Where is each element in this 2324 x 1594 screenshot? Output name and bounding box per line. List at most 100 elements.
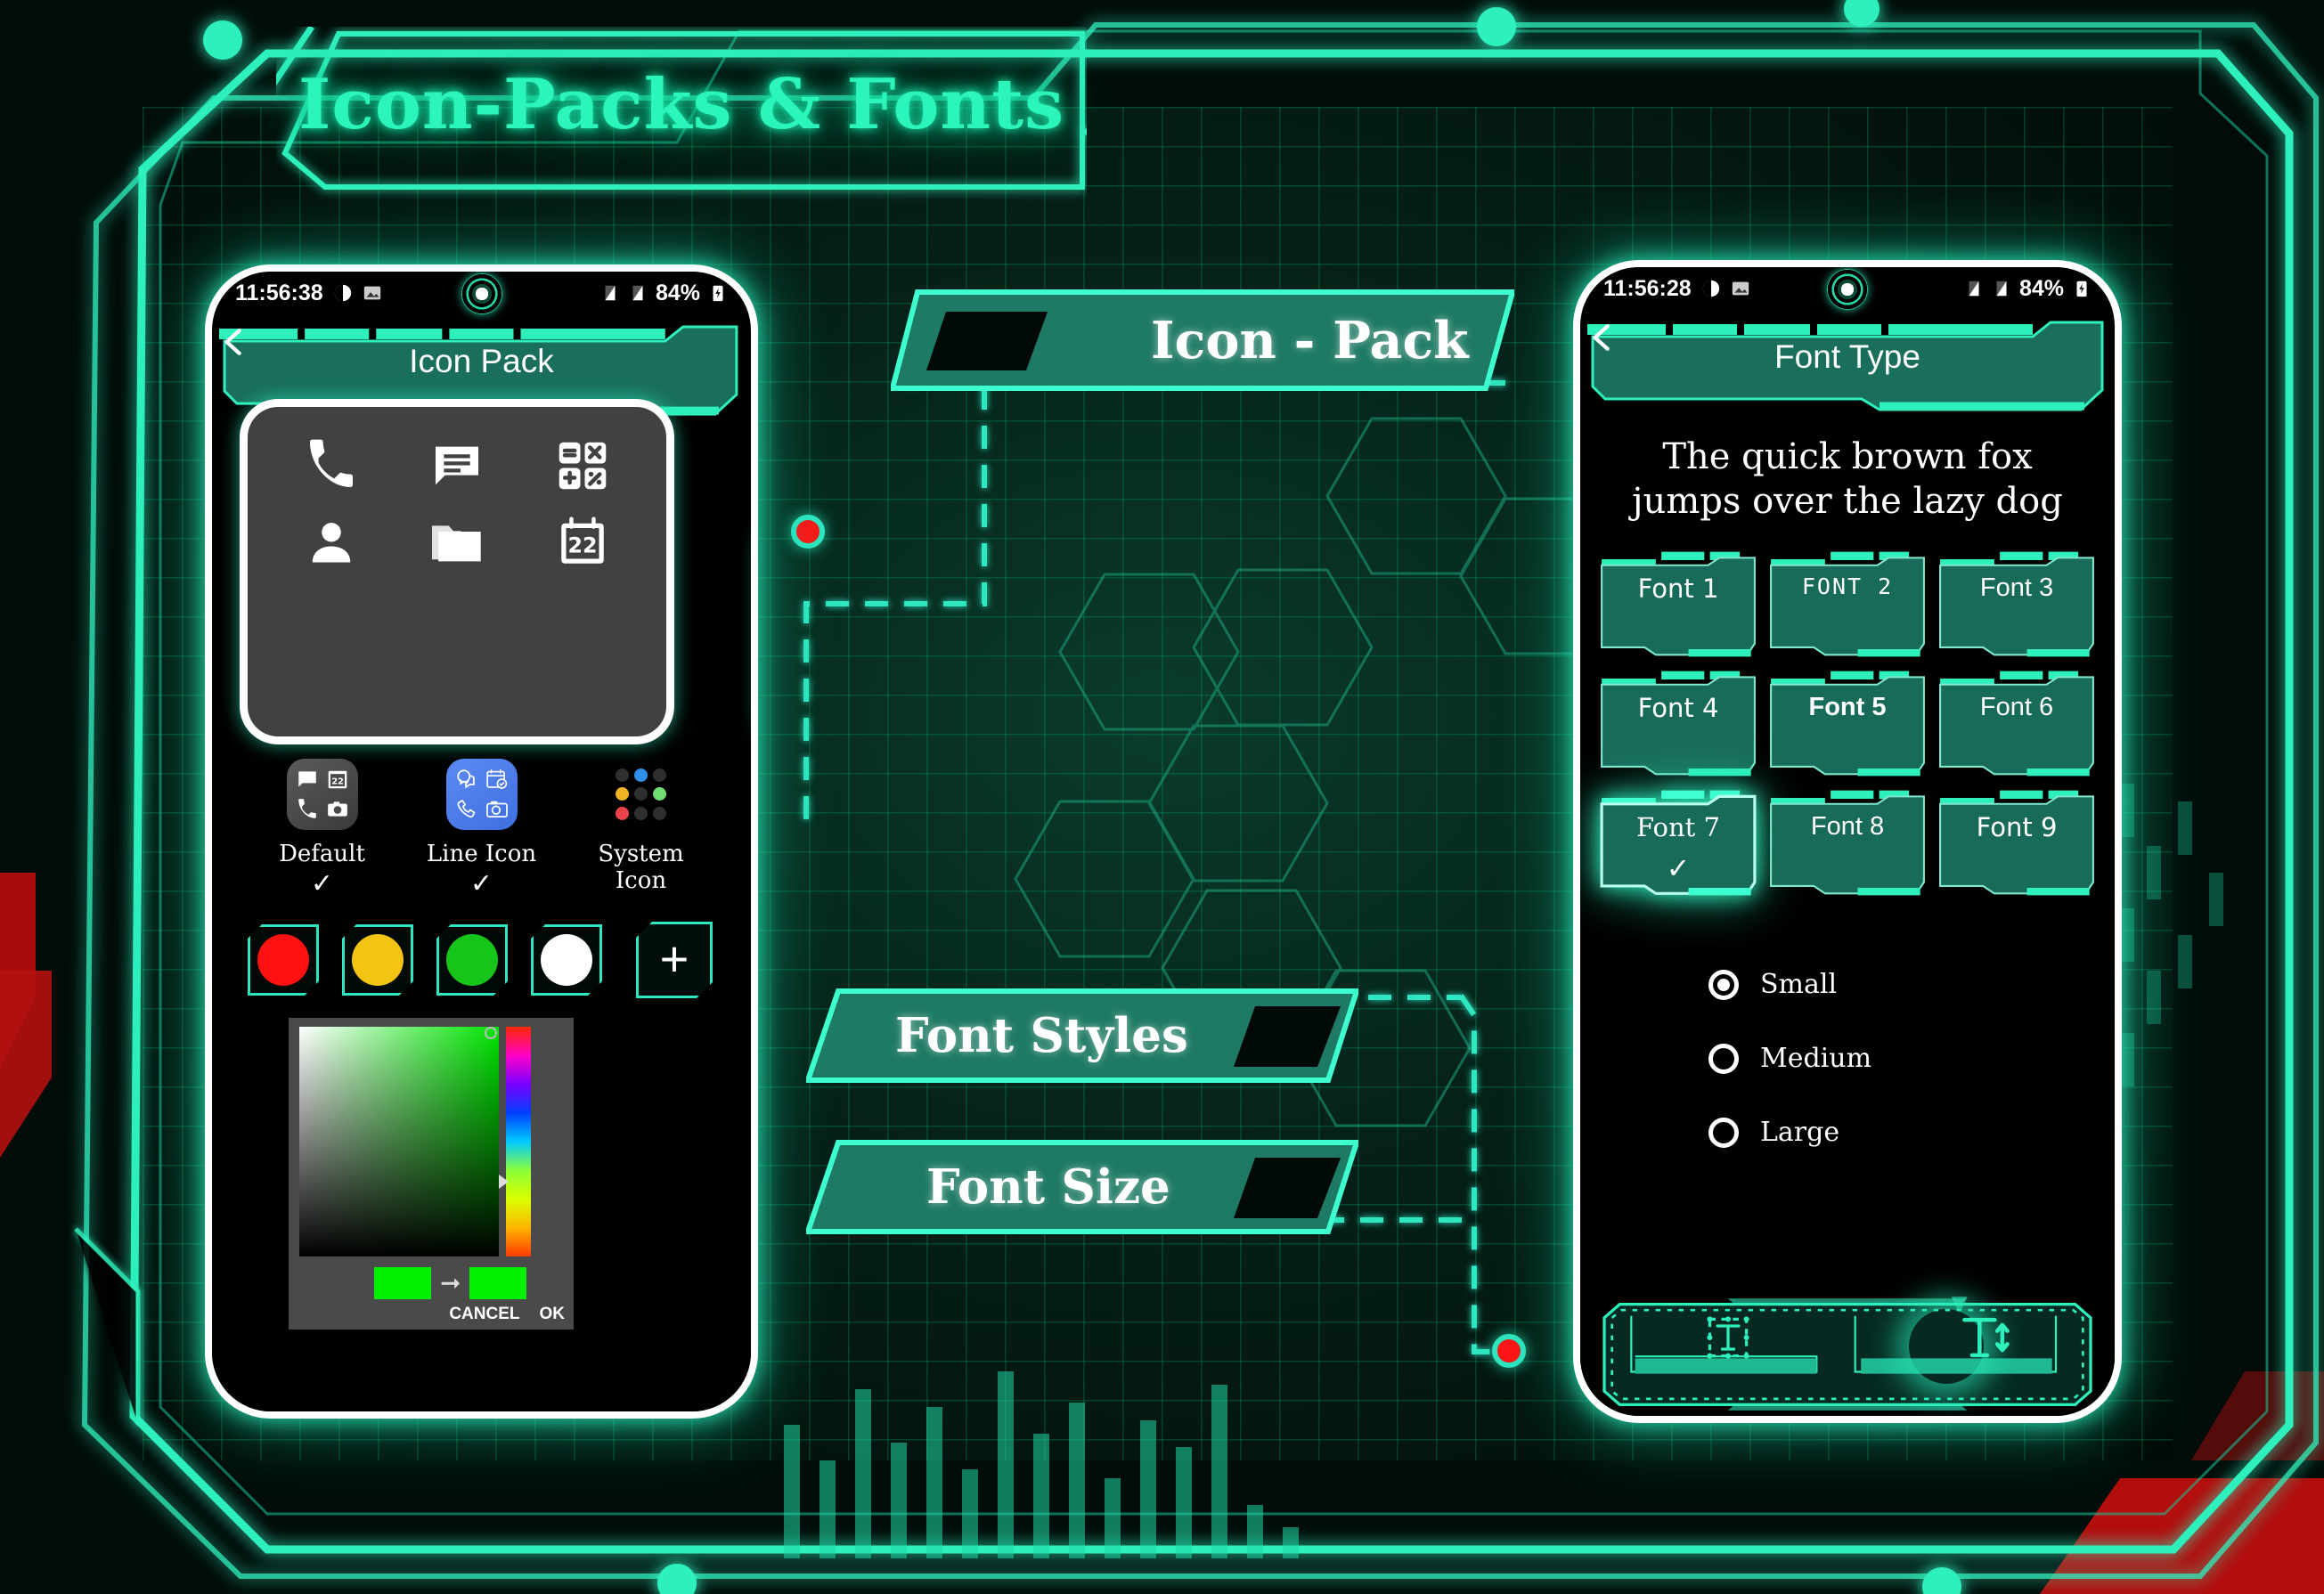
pack-label: Line Icon bbox=[426, 841, 537, 867]
text-style-icon bbox=[1707, 1316, 1749, 1359]
grid-dot bbox=[653, 787, 667, 801]
callout-font-styles: Font Styles bbox=[806, 987, 1358, 1085]
grid-dot bbox=[653, 806, 667, 820]
pack-thumb-default: 22 bbox=[286, 759, 358, 830]
swatch-white[interactable] bbox=[531, 924, 602, 996]
calendar-22-icon: 22 bbox=[328, 770, 347, 789]
hue-knob[interactable] bbox=[499, 1175, 509, 1189]
phone-icon bbox=[456, 800, 476, 818]
color-preview: ➞ bbox=[374, 1267, 527, 1299]
font-grid: Font 1 FONT 2 Font 3 Font 4 Font 5 Font … bbox=[1600, 550, 2095, 896]
hue-slider[interactable] bbox=[499, 1027, 531, 1256]
connector-node-fontsize bbox=[1492, 1334, 1526, 1368]
camera-punchhole bbox=[461, 273, 502, 314]
battery-charging-icon bbox=[2076, 281, 2087, 297]
tab-font-size[interactable] bbox=[1847, 1297, 2102, 1403]
callout-label: Font Styles bbox=[895, 1008, 1188, 1063]
color-picker-dialog[interactable]: ➞ CANCEL OK bbox=[289, 1018, 574, 1330]
font-label: Font 3 bbox=[1979, 573, 2054, 602]
right-app-header: Font Type bbox=[1587, 313, 2108, 411]
new-color-chip bbox=[469, 1267, 527, 1299]
font-tile-6[interactable]: Font 6 bbox=[1938, 670, 2095, 777]
calendar-22-icon: 22 bbox=[523, 514, 643, 571]
pack-option-line-icon[interactable]: Line Icon ✓ bbox=[415, 759, 549, 898]
contact-icon bbox=[271, 514, 391, 571]
battery-percent: 84% bbox=[2018, 275, 2064, 301]
callout-label: Font Size bbox=[926, 1159, 1170, 1215]
icon-pack-options: 22 Default ✓ Line Icon ✓ System Icon bbox=[212, 759, 751, 910]
size-label: Medium bbox=[1760, 1043, 1872, 1074]
size-option-large[interactable]: Large bbox=[1708, 1117, 2095, 1148]
grid-dot bbox=[615, 787, 629, 801]
pack-option-default[interactable]: 22 Default ✓ bbox=[256, 759, 389, 898]
calendar-check-icon bbox=[485, 769, 507, 789]
color-picker-area[interactable] bbox=[299, 1027, 531, 1256]
font-tile-1[interactable]: Font 1 bbox=[1600, 550, 1757, 657]
bottom-tab-bar bbox=[1593, 1297, 2102, 1411]
camera-icon bbox=[327, 801, 347, 817]
radio-small[interactable] bbox=[1708, 969, 1739, 1000]
sv-cursor[interactable] bbox=[485, 1027, 497, 1039]
font-tile-4[interactable]: Font 4 bbox=[1600, 670, 1757, 777]
svg-text:22: 22 bbox=[331, 777, 344, 786]
radio-medium[interactable] bbox=[1708, 1043, 1739, 1074]
grid-dot bbox=[633, 769, 648, 783]
left-app-header: Icon Pack bbox=[219, 318, 744, 416]
pack-thumb-line-icon bbox=[445, 759, 518, 830]
text-size-icon bbox=[1962, 1317, 2010, 1358]
size-label: Small bbox=[1760, 969, 1838, 1000]
left-phone-mockup: 11:56:38 84% Icon Pack 22 22 Default ✓ L… bbox=[212, 272, 751, 1411]
grid-dot bbox=[653, 769, 667, 783]
font-label: Font 9 bbox=[1976, 812, 2058, 842]
grid-dot bbox=[615, 769, 629, 783]
font-label: Font 7 bbox=[1636, 812, 1720, 842]
add-color-button[interactable]: + bbox=[636, 922, 713, 998]
right-phone-mockup: 11:56:28 84% Font Type The quick brown f… bbox=[1580, 267, 2115, 1416]
font-tile-8[interactable]: Font 8 bbox=[1769, 789, 1926, 896]
current-color-chip bbox=[374, 1267, 431, 1299]
font-tile-5[interactable]: Font 5 bbox=[1769, 670, 1926, 777]
connector-node-iconpack bbox=[791, 515, 825, 549]
swatch-red[interactable] bbox=[248, 924, 319, 996]
status-time: 11:56:38 bbox=[235, 280, 323, 305]
arrow-right-icon: ➞ bbox=[440, 1269, 461, 1297]
page-title: Icon-Packs & Fonts bbox=[298, 64, 1065, 145]
ok-button[interactable]: OK bbox=[540, 1305, 566, 1324]
font-tile-9[interactable]: Font 9 bbox=[1938, 789, 2095, 896]
radio-large[interactable] bbox=[1708, 1117, 1739, 1148]
do-not-disturb-icon bbox=[1702, 280, 1719, 297]
camera-icon bbox=[485, 801, 508, 817]
saturation-value-field[interactable] bbox=[299, 1027, 499, 1256]
signal-icon-1 bbox=[1969, 281, 1979, 297]
message-icon bbox=[298, 771, 316, 787]
font-type-screen: The quick brown fox jumps over the lazy … bbox=[1580, 411, 2115, 1416]
status-time: 11:56:28 bbox=[1603, 275, 1692, 301]
size-option-medium[interactable]: Medium bbox=[1708, 1043, 2095, 1074]
signal-icon-2 bbox=[1996, 281, 2007, 297]
svg-text:22: 22 bbox=[568, 533, 598, 558]
font-tile-3[interactable]: Font 3 bbox=[1938, 550, 2095, 657]
font-label: Font 5 bbox=[1808, 693, 1887, 721]
grid-dot bbox=[633, 787, 648, 801]
font-tile-2[interactable]: FONT 2 bbox=[1769, 550, 1926, 657]
font-tile-7[interactable]: Font 7 ✓ bbox=[1600, 789, 1757, 896]
chat-icon bbox=[456, 769, 475, 789]
size-option-small[interactable]: Small bbox=[1708, 969, 2095, 1000]
screenshot-icon bbox=[363, 286, 380, 300]
pack-option-system-icon[interactable]: System Icon bbox=[575, 759, 708, 898]
cancel-button[interactable]: CANCEL bbox=[449, 1305, 519, 1324]
font-label: FONT 2 bbox=[1801, 573, 1894, 599]
swatch-yellow[interactable] bbox=[342, 924, 413, 996]
folder-icon bbox=[396, 514, 517, 571]
grid-dot bbox=[633, 806, 648, 820]
pack-thumb-system-icon bbox=[606, 759, 677, 830]
font-label: Font 6 bbox=[1979, 693, 2054, 721]
grid-dot bbox=[615, 806, 629, 820]
right-status-bar: 11:56:28 84% bbox=[1580, 267, 2115, 310]
poster-title-banner: Icon-Packs & Fonts bbox=[276, 27, 1087, 209]
phone-icon bbox=[271, 437, 391, 494]
tab-font-style[interactable] bbox=[1593, 1297, 1847, 1403]
right-header-title: Font Type bbox=[1774, 338, 1920, 375]
color-swatch-row: + bbox=[212, 911, 751, 1009]
swatch-green[interactable] bbox=[436, 924, 508, 996]
